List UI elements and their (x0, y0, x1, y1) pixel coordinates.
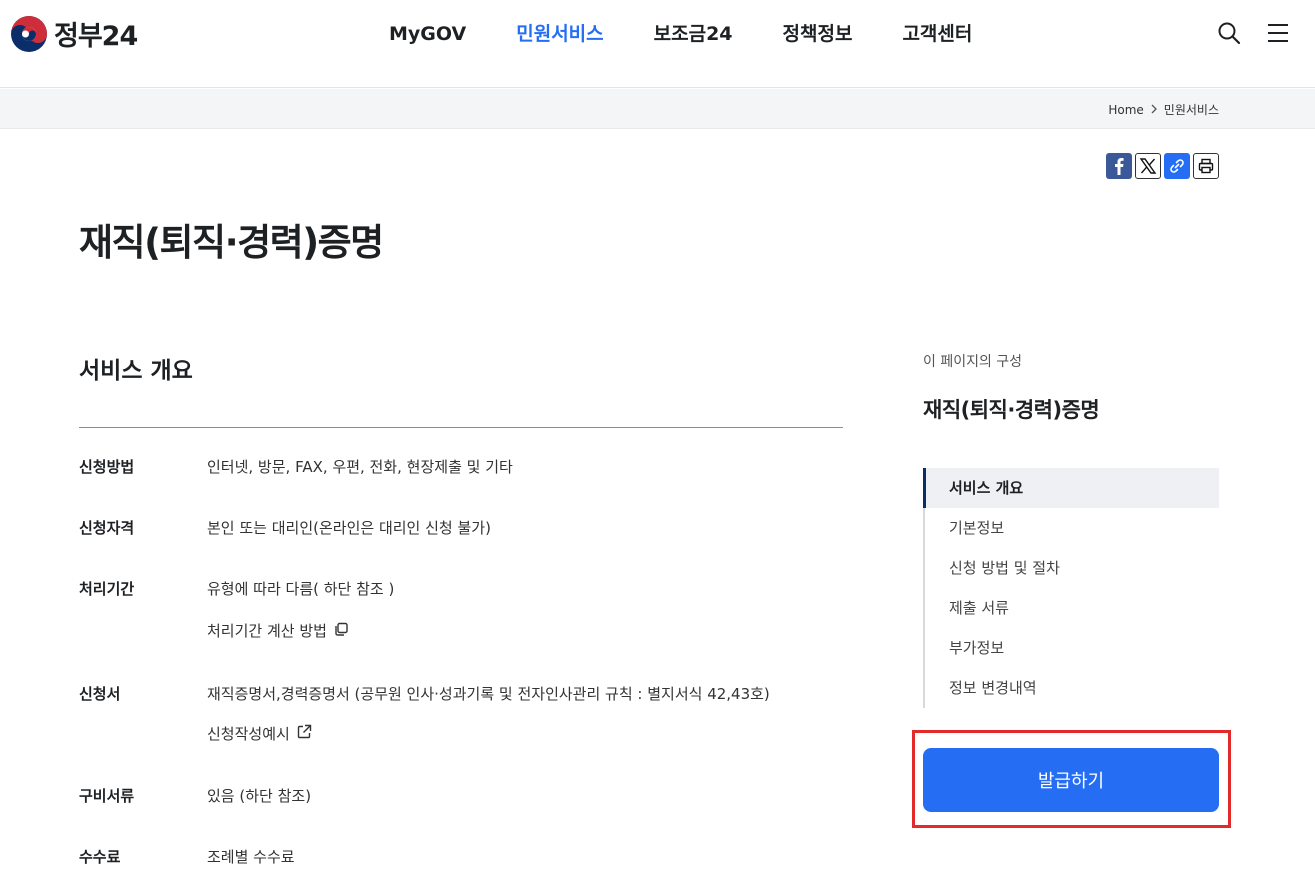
main-nav: MyGOV 민원서비스 보조금24 정책정보 고객센터 (389, 20, 1022, 48)
facebook-icon[interactable] (1106, 153, 1132, 179)
x-icon[interactable] (1135, 153, 1161, 179)
row-label-application-method: 신청방법 (79, 458, 135, 476)
nav-item-mygov[interactable]: MyGOV (389, 20, 466, 48)
application-example-label: 신청작성예시 (207, 725, 290, 743)
logo-text: 정부24 (54, 21, 138, 52)
row-value-fee: 조례별 수수료 (207, 848, 295, 866)
toc-title: 재직(퇴직·경력)증명 (923, 398, 1100, 422)
breadcrumb: Home 민원서비스 (1108, 101, 1219, 118)
page-toc: 서비스 개요 기본정보 신청 방법 및 절차 제출 서류 부가정보 정보 변경내… (923, 468, 1219, 708)
row-value-required-documents: 있음 (하단 참조) (207, 787, 312, 805)
logo[interactable]: 정부24 (10, 14, 138, 53)
processing-period-calc-link[interactable]: 처리기간 계산 방법 (207, 620, 349, 641)
print-icon[interactable] (1193, 153, 1219, 179)
copy-popup-icon (333, 621, 349, 641)
menu-icon[interactable] (1266, 21, 1290, 45)
toc-item-basic-info[interactable]: 기본정보 (925, 508, 1219, 548)
processing-period-calc-label: 처리기간 계산 방법 (207, 622, 327, 640)
section-divider (79, 427, 843, 428)
row-label-application-form: 신청서 (79, 685, 121, 703)
row-value-application-method: 인터넷, 방문, FAX, 우편, 전화, 현장제출 및 기타 (207, 458, 513, 476)
toc-item-submission-documents[interactable]: 제출 서류 (925, 588, 1219, 628)
breadcrumb-bar: Home 민원서비스 (0, 89, 1315, 129)
section-title-overview: 서비스 개요 (79, 358, 193, 384)
nav-item-policy-info[interactable]: 정책정보 (783, 20, 853, 48)
row-value-application-form: 재직증명서,경력증명서 (공무원 인사·성과기록 및 전자인사관리 규칙 : 별… (207, 685, 770, 703)
breadcrumb-current[interactable]: 민원서비스 (1164, 101, 1219, 118)
search-icon[interactable] (1217, 21, 1241, 45)
breadcrumb-home[interactable]: Home (1108, 103, 1143, 117)
nav-item-civil-service[interactable]: 민원서비스 (516, 20, 603, 48)
nav-item-subsidy24[interactable]: 보조금24 (654, 20, 733, 48)
share-toolbar (1106, 153, 1219, 179)
row-label-processing-period: 처리기간 (79, 580, 135, 598)
row-label-eligibility: 신청자격 (79, 519, 135, 537)
nav-item-customer-center[interactable]: 고객센터 (902, 20, 972, 48)
toc-item-change-history[interactable]: 정보 변경내역 (925, 668, 1219, 708)
external-link-icon (296, 723, 313, 744)
toc-item-overview[interactable]: 서비스 개요 (923, 468, 1219, 508)
issue-button[interactable]: 발급하기 (923, 748, 1219, 812)
chevron-right-icon (1150, 103, 1158, 117)
row-label-required-documents: 구비서류 (79, 787, 135, 805)
row-value-processing-period: 유형에 따라 다름( 하단 참조 ) (207, 580, 395, 598)
link-icon[interactable] (1164, 153, 1190, 179)
taegeuk-logo-icon (11, 15, 47, 52)
row-label-fee: 수수료 (79, 848, 121, 866)
toc-item-additional-info[interactable]: 부가정보 (925, 628, 1219, 668)
page-title: 재직(퇴직·경력)증명 (79, 221, 384, 264)
toc-caption: 이 페이지의 구성 (923, 354, 1023, 370)
site-header: 정부24 MyGOV 민원서비스 보조금24 정책정보 고객센터 (0, 0, 1315, 88)
application-example-link[interactable]: 신청작성예시 (207, 723, 313, 744)
toc-item-method-procedure[interactable]: 신청 방법 및 절차 (925, 548, 1219, 588)
row-value-eligibility: 본인 또는 대리인(온라인은 대리인 신청 불가) (207, 519, 491, 537)
